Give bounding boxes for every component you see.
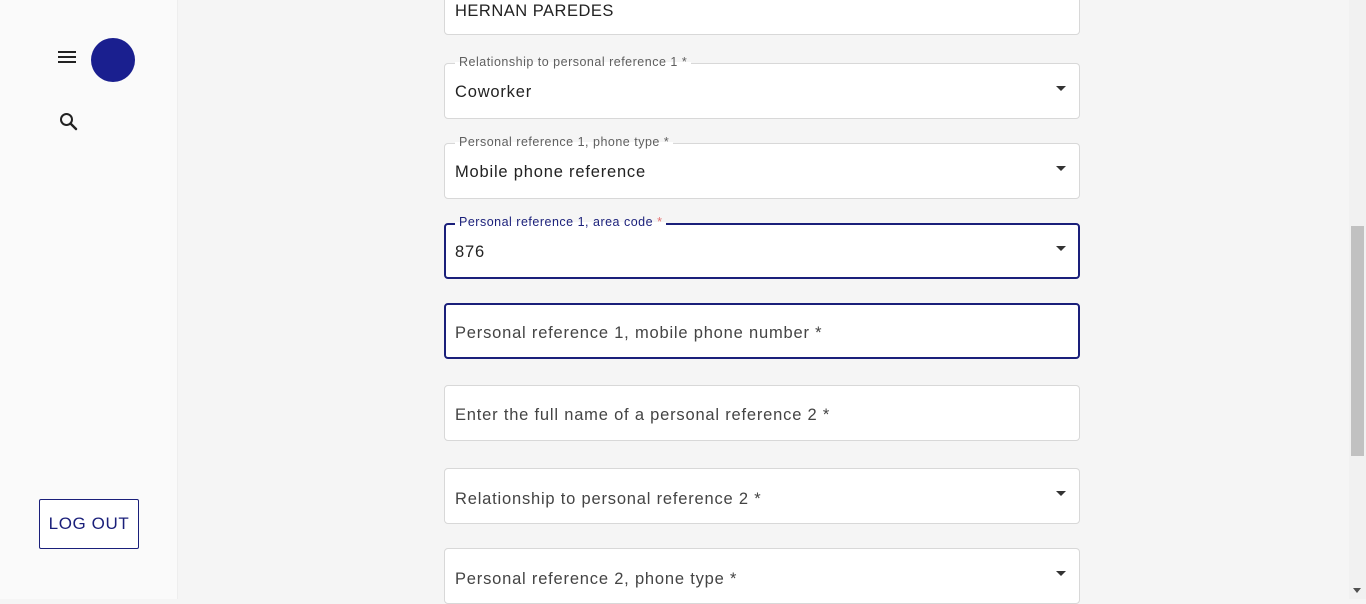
scroll-down-arrow-icon[interactable]	[1353, 588, 1361, 593]
reference-2-full-name-input[interactable]: Enter the full name of a personal refere…	[444, 385, 1080, 441]
reference-2-phone-type-select[interactable]: Personal reference 2, phone type *	[444, 548, 1080, 604]
sidebar: LOG OUT	[0, 0, 178, 599]
avatar[interactable]	[91, 38, 135, 82]
menu-icon[interactable]	[56, 48, 78, 70]
reference-2-relationship-placeholder: Relationship to personal reference 2 *	[455, 490, 762, 508]
reference-1-mobile-number-input[interactable]: Personal reference 1, mobile phone numbe…	[444, 303, 1080, 359]
reference-1-full-name-value: HERNAN PAREDES	[455, 2, 614, 20]
reference-1-full-name-field[interactable]: HERNAN PAREDES	[444, 0, 1080, 35]
reference-2-full-name-placeholder: Enter the full name of a personal refere…	[455, 406, 831, 424]
reference-1-phone-type-value: Mobile phone reference	[455, 163, 646, 181]
page-scrollbar[interactable]	[1349, 0, 1366, 599]
reference-1-relationship-label: Relationship to personal reference 1 *	[455, 55, 692, 69]
dropdown-arrow-icon[interactable]	[1056, 166, 1066, 171]
reference-1-area-code-label: Personal reference 1, area code *	[455, 215, 667, 229]
search-icon[interactable]	[58, 111, 80, 133]
reference-1-relationship-value: Coworker	[455, 83, 533, 101]
dropdown-arrow-icon[interactable]	[1056, 571, 1066, 576]
reference-1-phone-type-label: Personal reference 1, phone type *	[455, 135, 674, 149]
dropdown-arrow-icon[interactable]	[1056, 86, 1066, 91]
reference-1-area-code-value: 876	[455, 243, 485, 261]
reference-1-phone-type-select[interactable]: Personal reference 1, phone type * Mobil…	[444, 135, 1080, 199]
reference-1-mobile-number-placeholder: Personal reference 1, mobile phone numbe…	[455, 324, 823, 342]
main-content: HERNAN PAREDES Relationship to personal …	[179, 0, 1349, 604]
reference-2-relationship-select[interactable]: Relationship to personal reference 2 *	[444, 468, 1080, 524]
dropdown-arrow-icon[interactable]	[1056, 246, 1066, 251]
reference-1-relationship-select[interactable]: Relationship to personal reference 1 * C…	[444, 55, 1080, 119]
reference-1-area-code-select[interactable]: Personal reference 1, area code * 876	[444, 215, 1080, 279]
scrollbar-thumb[interactable]	[1351, 226, 1364, 456]
logout-button[interactable]: LOG OUT	[39, 499, 139, 549]
dropdown-arrow-icon[interactable]	[1056, 491, 1066, 496]
reference-2-phone-type-placeholder: Personal reference 2, phone type *	[455, 570, 738, 588]
